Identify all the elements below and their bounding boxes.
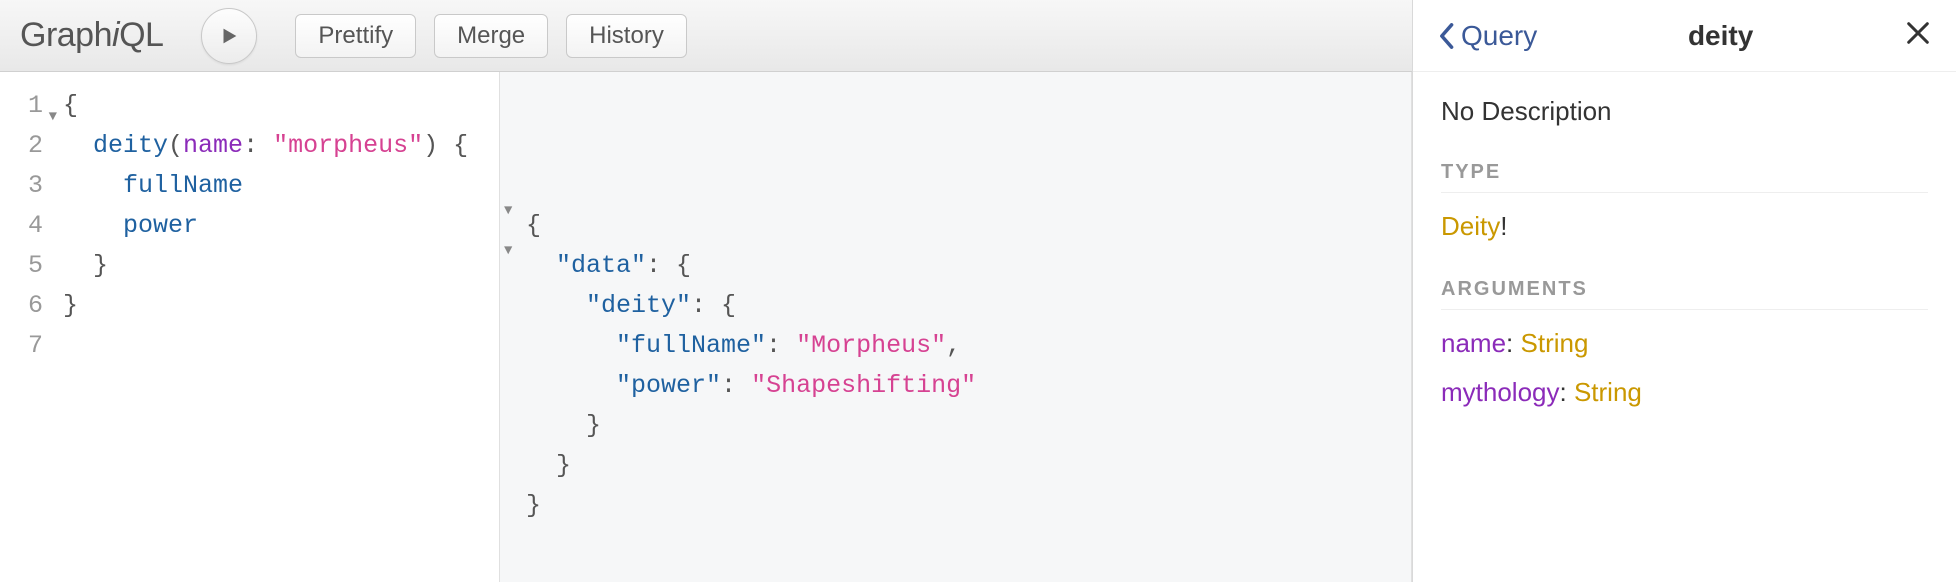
code-token: "Shapeshifting" — [751, 371, 976, 400]
code-token: ( — [168, 131, 183, 160]
code-token: { — [63, 91, 78, 120]
line-number: 4 — [0, 206, 55, 246]
code-token: "fullName" — [616, 331, 766, 360]
code-line: deity(name: "morpheus") { — [63, 126, 489, 166]
docs-argument-name[interactable]: mythology — [1441, 377, 1560, 407]
docs-back-button[interactable]: Query — [1437, 20, 1537, 52]
code-token: } — [556, 451, 571, 480]
docs-arguments-label: ARGUMENTS — [1441, 278, 1928, 310]
prettify-button[interactable]: Prettify — [295, 14, 416, 58]
docs-arguments-section: ARGUMENTS name: String mythology: String — [1441, 278, 1928, 408]
code-token: "deity" — [586, 291, 691, 320]
code-token: } — [63, 291, 78, 320]
code-line: { — [63, 86, 489, 126]
code-token: : — [766, 331, 796, 360]
line-number: 3 — [0, 166, 55, 206]
code-token: } — [526, 491, 541, 520]
code-line: } — [63, 286, 489, 326]
code-token: deity — [93, 131, 168, 160]
code-token: : — [243, 131, 273, 160]
line-gutter: 1▼234567 — [0, 72, 55, 582]
code-line: fullName — [63, 166, 489, 206]
docs-description: No Description — [1441, 96, 1928, 127]
fold-icon[interactable]: ▼ — [504, 191, 512, 231]
app-logo: GraphiQL — [20, 16, 163, 55]
docs-argument: mythology: String — [1441, 377, 1928, 408]
docs-header: Query deity — [1413, 0, 1956, 72]
docs-back-label: Query — [1461, 20, 1537, 52]
result-viewer[interactable]: { "data": { "deity": { "fullName": "Morp… — [508, 206, 1393, 526]
query-editor[interactable]: { deity(name: "morpheus") { fullName pow… — [55, 72, 499, 582]
code-token: } — [93, 251, 108, 280]
code-token: fullName — [123, 171, 243, 200]
line-number: 6 — [0, 286, 55, 326]
close-icon — [1904, 19, 1932, 47]
logo-i: i — [112, 16, 119, 54]
line-number: 2 — [0, 126, 55, 166]
chevron-left-icon — [1437, 22, 1455, 50]
code-token: : { — [691, 291, 736, 320]
docs-arguments-list: name: String mythology: String — [1441, 328, 1928, 408]
history-button[interactable]: History — [566, 14, 687, 58]
logo-prefix: Graph — [20, 16, 112, 54]
code-token: "Morpheus" — [796, 331, 946, 360]
execute-button[interactable] — [201, 8, 257, 64]
play-icon — [218, 25, 240, 47]
code-token: "morpheus" — [273, 131, 423, 160]
code-line — [63, 326, 489, 366]
docs-argument: name: String — [1441, 328, 1928, 359]
code-line: "fullName": "Morpheus", — [526, 326, 1393, 366]
code-token: "power" — [616, 371, 721, 400]
fold-icon[interactable]: ▼ — [504, 231, 512, 271]
code-line: } — [526, 406, 1393, 446]
docs-type-row: Deity! — [1441, 211, 1928, 242]
code-token: , — [946, 331, 961, 360]
merge-button[interactable]: Merge — [434, 14, 548, 58]
code-line: { — [526, 206, 1393, 246]
code-line: } — [526, 446, 1393, 486]
code-line: "power": "Shapeshifting" — [526, 366, 1393, 406]
code-token: ) { — [423, 131, 468, 160]
docs-type-link[interactable]: Deity — [1441, 211, 1500, 241]
logo-suffix: QL — [119, 16, 163, 54]
code-line: "deity": { — [526, 286, 1393, 326]
code-token: : { — [646, 251, 691, 280]
code-line: } — [63, 246, 489, 286]
docs-title: deity — [1537, 20, 1904, 52]
docs-argument-name[interactable]: name — [1441, 328, 1506, 358]
docs-panel: Query deity No Description TYPE Deity! A… — [1412, 0, 1956, 582]
result-pane: ▼ ▼ { "data": { "deity": { "fullName": "… — [500, 72, 1412, 582]
docs-close-button[interactable] — [1904, 19, 1932, 52]
result-fold-markers: ▼ ▼ — [504, 166, 571, 326]
line-number: 7 — [0, 326, 55, 366]
query-editor-pane: 1▼234567 { deity(name: "morpheus") { ful… — [0, 72, 500, 582]
code-token: name — [183, 131, 243, 160]
code-line: power — [63, 206, 489, 246]
docs-argument-type[interactable]: String — [1574, 377, 1642, 407]
code-line: "data": { — [526, 246, 1393, 286]
line-number: 5 — [0, 246, 55, 286]
docs-type-label: TYPE — [1441, 161, 1928, 193]
code-token: : — [721, 371, 751, 400]
docs-type-section: TYPE Deity! — [1441, 161, 1928, 242]
docs-argument-type[interactable]: String — [1521, 328, 1589, 358]
code-token: } — [586, 411, 601, 440]
line-number: 1▼ — [0, 86, 55, 126]
code-line: } — [526, 486, 1393, 526]
docs-type-nonnull: ! — [1500, 211, 1507, 241]
code-token: power — [123, 211, 198, 240]
docs-body: No Description TYPE Deity! ARGUMENTS nam… — [1413, 72, 1956, 468]
